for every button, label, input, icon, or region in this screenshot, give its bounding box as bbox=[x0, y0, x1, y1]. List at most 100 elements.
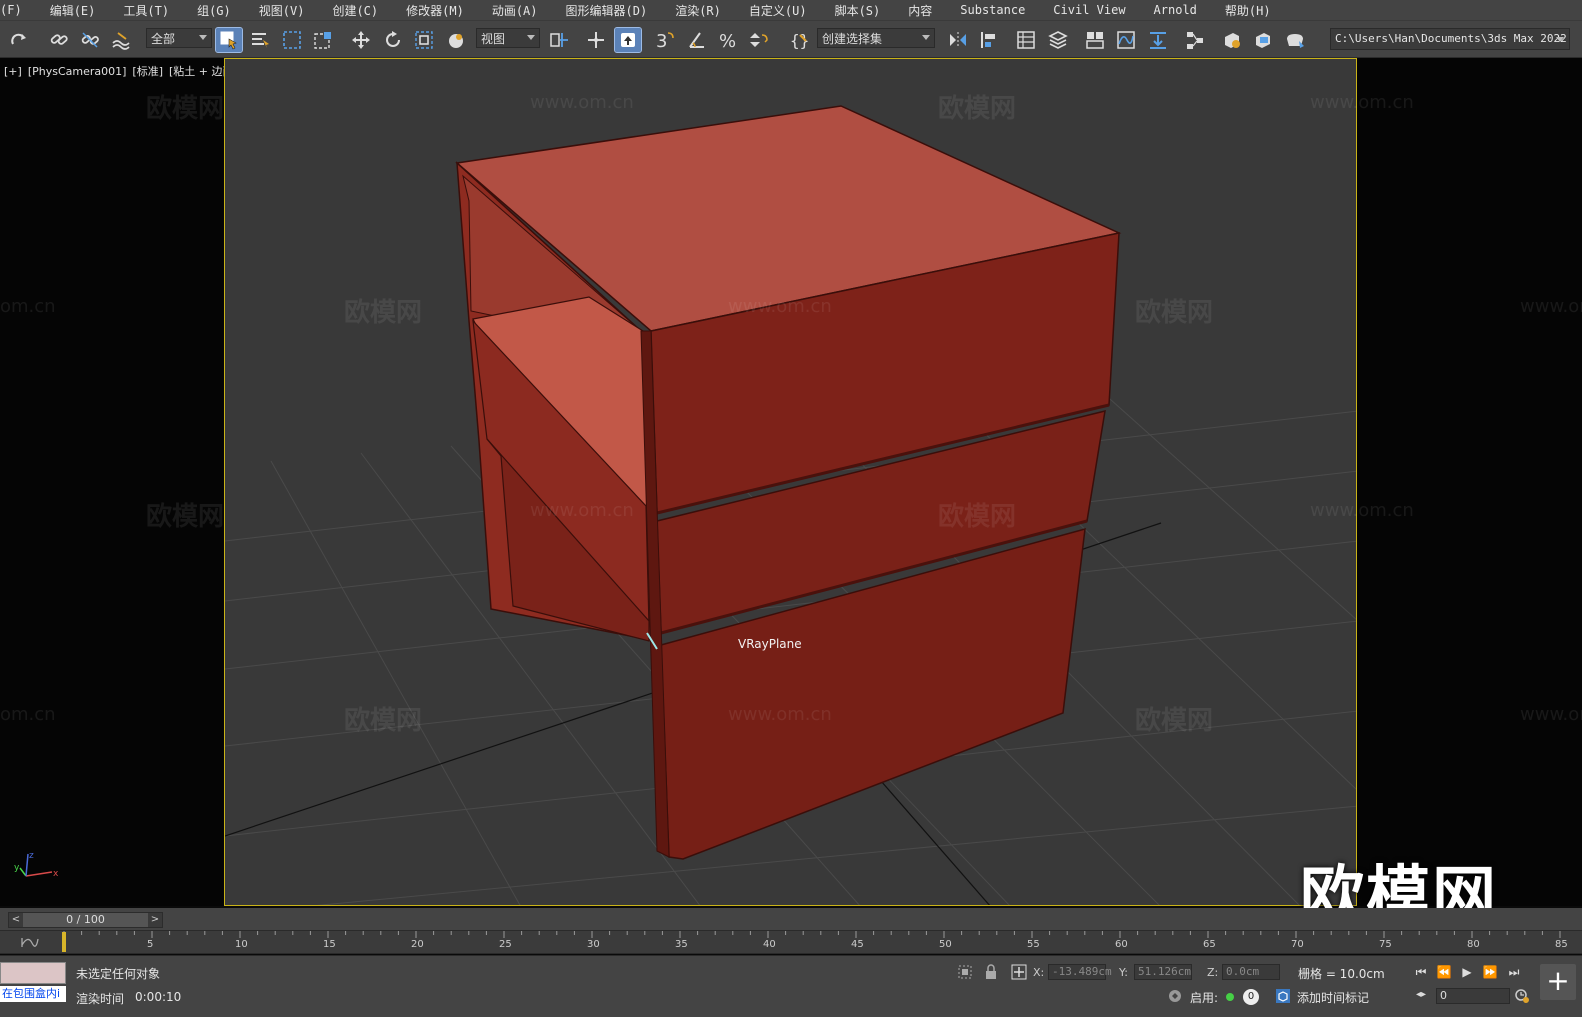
menu-views[interactable]: 视图(V) bbox=[259, 2, 305, 19]
menu-graph-editors[interactable]: 图形编辑器(D) bbox=[566, 2, 648, 19]
project-folder-path[interactable]: C:\Users\Han\Documents\3ds Max 2022 bbox=[1330, 28, 1570, 50]
named-selection-dropdown[interactable]: 创建选择集 bbox=[817, 28, 935, 48]
angle-snap-icon[interactable] bbox=[684, 28, 710, 52]
rotate-icon[interactable] bbox=[380, 28, 406, 52]
watermark-url: om.cn bbox=[0, 704, 56, 725]
add-keyframe-button[interactable]: + bbox=[1540, 964, 1576, 1000]
watermark-url: www.om.cn bbox=[728, 704, 832, 725]
watermark-url: om.cn bbox=[0, 296, 56, 317]
track-bar-tick-label: 55 bbox=[1027, 939, 1040, 950]
pivot-center-icon[interactable] bbox=[546, 28, 572, 52]
selection-filter-dropdown[interactable]: 全部 bbox=[146, 28, 212, 48]
edit-named-selection-icon[interactable]: {} bbox=[786, 28, 812, 52]
menu-animation[interactable]: 动画(A) bbox=[492, 2, 538, 19]
menu-rendering[interactable]: 渲染(R) bbox=[675, 2, 721, 19]
track-bar[interactable]: 5 10 15 20 25 30 35 40 45 50 55 60 65 70 75 80 85 bbox=[0, 930, 1582, 954]
y-coordinate-field[interactable]: 51.126cm bbox=[1134, 964, 1192, 980]
previous-frame-button[interactable]: < bbox=[9, 913, 23, 927]
track-bar-tick-label: 60 bbox=[1115, 939, 1128, 950]
curve-editor-icon[interactable] bbox=[1113, 28, 1139, 52]
time-configuration-icon[interactable] bbox=[1514, 988, 1530, 1004]
menu-content[interactable]: 内容 bbox=[908, 2, 932, 19]
maxscript-listener-mini[interactable] bbox=[0, 962, 66, 984]
current-frame-field[interactable]: 0 bbox=[1436, 988, 1510, 1004]
z-coordinate-field[interactable]: 0.0cm bbox=[1222, 964, 1280, 980]
menu-create[interactable]: 创建(C) bbox=[332, 2, 378, 19]
link-icon[interactable] bbox=[46, 28, 72, 52]
x-coordinate-label: X: bbox=[1033, 966, 1045, 979]
menu-group[interactable]: 组(G) bbox=[197, 2, 231, 19]
window-crossing-icon[interactable] bbox=[310, 28, 336, 52]
menu-file[interactable]: (F) bbox=[0, 3, 22, 17]
render-production-icon[interactable] bbox=[1282, 28, 1308, 52]
scale-icon[interactable] bbox=[411, 28, 437, 52]
scene-explorer-icon[interactable] bbox=[1013, 28, 1039, 52]
time-marker[interactable] bbox=[62, 932, 66, 952]
time-slider[interactable]: < 0 / 100 > bbox=[8, 912, 163, 928]
viewport-label-menu[interactable]: [+] [PhysCamera001] [标准] [粘土 + 边面] bbox=[4, 63, 244, 79]
percent-snap-icon[interactable]: % bbox=[715, 28, 741, 52]
snaps-toggle-icon[interactable]: 3 bbox=[652, 28, 678, 52]
mirror-icon[interactable] bbox=[945, 28, 971, 52]
render-time-value: 0:00:10 bbox=[135, 990, 182, 1004]
menu-edit[interactable]: 编辑(E) bbox=[50, 2, 96, 19]
adaptive-degradation-icon[interactable] bbox=[1167, 988, 1183, 1004]
select-by-name-icon[interactable] bbox=[247, 28, 273, 52]
go-to-end-icon[interactable]: ⏭ bbox=[1506, 964, 1522, 980]
menu-civil-view[interactable]: Civil View bbox=[1053, 3, 1125, 17]
unlink-icon[interactable] bbox=[77, 28, 103, 52]
redo-icon[interactable] bbox=[6, 28, 32, 52]
maxscript-prompt[interactable]: 在包围盒内i bbox=[0, 986, 66, 1002]
z-coordinate-label: Z: bbox=[1207, 966, 1219, 979]
track-bar-tick-label: 15 bbox=[323, 939, 336, 950]
viewport-shading-menu[interactable]: [标准] bbox=[132, 65, 163, 78]
camera-safe-frame[interactable] bbox=[224, 58, 1357, 906]
time-tag-icon[interactable] bbox=[1275, 988, 1291, 1004]
axis-y-label: y bbox=[14, 863, 20, 873]
menu-customize[interactable]: 自定义(U) bbox=[749, 2, 807, 19]
lock-selection-icon[interactable] bbox=[983, 964, 999, 980]
menu-substance[interactable]: Substance bbox=[960, 3, 1025, 17]
menu-modifiers[interactable]: 修改器(M) bbox=[406, 2, 464, 19]
chevron-down-icon bbox=[199, 35, 207, 40]
bind-space-warp-icon[interactable] bbox=[108, 28, 134, 52]
key-mode-toggle-icon[interactable]: ◂▸ bbox=[1413, 987, 1429, 1003]
move-icon[interactable] bbox=[348, 28, 374, 52]
watermark-text: 欧模网 bbox=[1135, 706, 1214, 736]
go-to-start-icon[interactable]: ⏮ bbox=[1413, 964, 1429, 980]
isolate-selection-icon[interactable] bbox=[957, 964, 973, 980]
add-time-tag[interactable]: 添加时间标记 bbox=[1297, 989, 1369, 1006]
viewport-camera-menu[interactable]: [PhysCamera001] bbox=[28, 65, 127, 78]
render-setup-icon[interactable] bbox=[1219, 28, 1245, 52]
next-frame-button[interactable]: > bbox=[148, 913, 162, 927]
named-selection-value: 创建选择集 bbox=[822, 32, 883, 46]
ribbon-toggle-icon[interactable] bbox=[1082, 28, 1108, 52]
keyboard-shortcut-override-icon[interactable] bbox=[614, 27, 642, 53]
rectangular-selection-icon[interactable] bbox=[279, 28, 305, 52]
align-icon[interactable] bbox=[976, 28, 1002, 52]
viewport-general-menu[interactable]: [+] bbox=[4, 65, 22, 78]
menu-arnold[interactable]: Arnold bbox=[1154, 3, 1197, 17]
track-bar-tick-label: 5 bbox=[147, 939, 154, 950]
placement-icon[interactable] bbox=[443, 28, 469, 52]
rendered-frame-window-icon[interactable] bbox=[1250, 28, 1276, 52]
grid-size: 栅格 = 10.0cm bbox=[1298, 967, 1385, 981]
play-icon[interactable]: ▶ bbox=[1459, 964, 1475, 980]
x-coordinate-field[interactable]: -13.489cm bbox=[1048, 964, 1112, 980]
previous-key-icon[interactable]: ⏪ bbox=[1436, 964, 1452, 980]
spinner-snap-icon[interactable] bbox=[746, 28, 772, 52]
schematic-view-icon[interactable] bbox=[1182, 28, 1208, 52]
select-object-icon[interactable] bbox=[215, 27, 243, 53]
track-bar-tick-label: 30 bbox=[587, 939, 600, 950]
menu-help[interactable]: 帮助(H) bbox=[1225, 2, 1271, 19]
reference-coordinate-dropdown[interactable]: 视图 bbox=[476, 28, 540, 48]
next-key-icon[interactable]: ⏩ bbox=[1482, 964, 1498, 980]
absolute-mode-icon[interactable] bbox=[1011, 964, 1027, 980]
layer-explorer-icon[interactable] bbox=[1045, 28, 1071, 52]
menu-tools[interactable]: 工具(T) bbox=[123, 2, 169, 19]
enable-count[interactable]: 0 bbox=[1243, 989, 1259, 1005]
select-manipulate-icon[interactable] bbox=[583, 28, 609, 52]
watermark-text: 欧模网 bbox=[146, 502, 225, 532]
menu-scripting[interactable]: 脚本(S) bbox=[835, 2, 881, 19]
dope-sheet-icon[interactable] bbox=[1145, 28, 1171, 52]
